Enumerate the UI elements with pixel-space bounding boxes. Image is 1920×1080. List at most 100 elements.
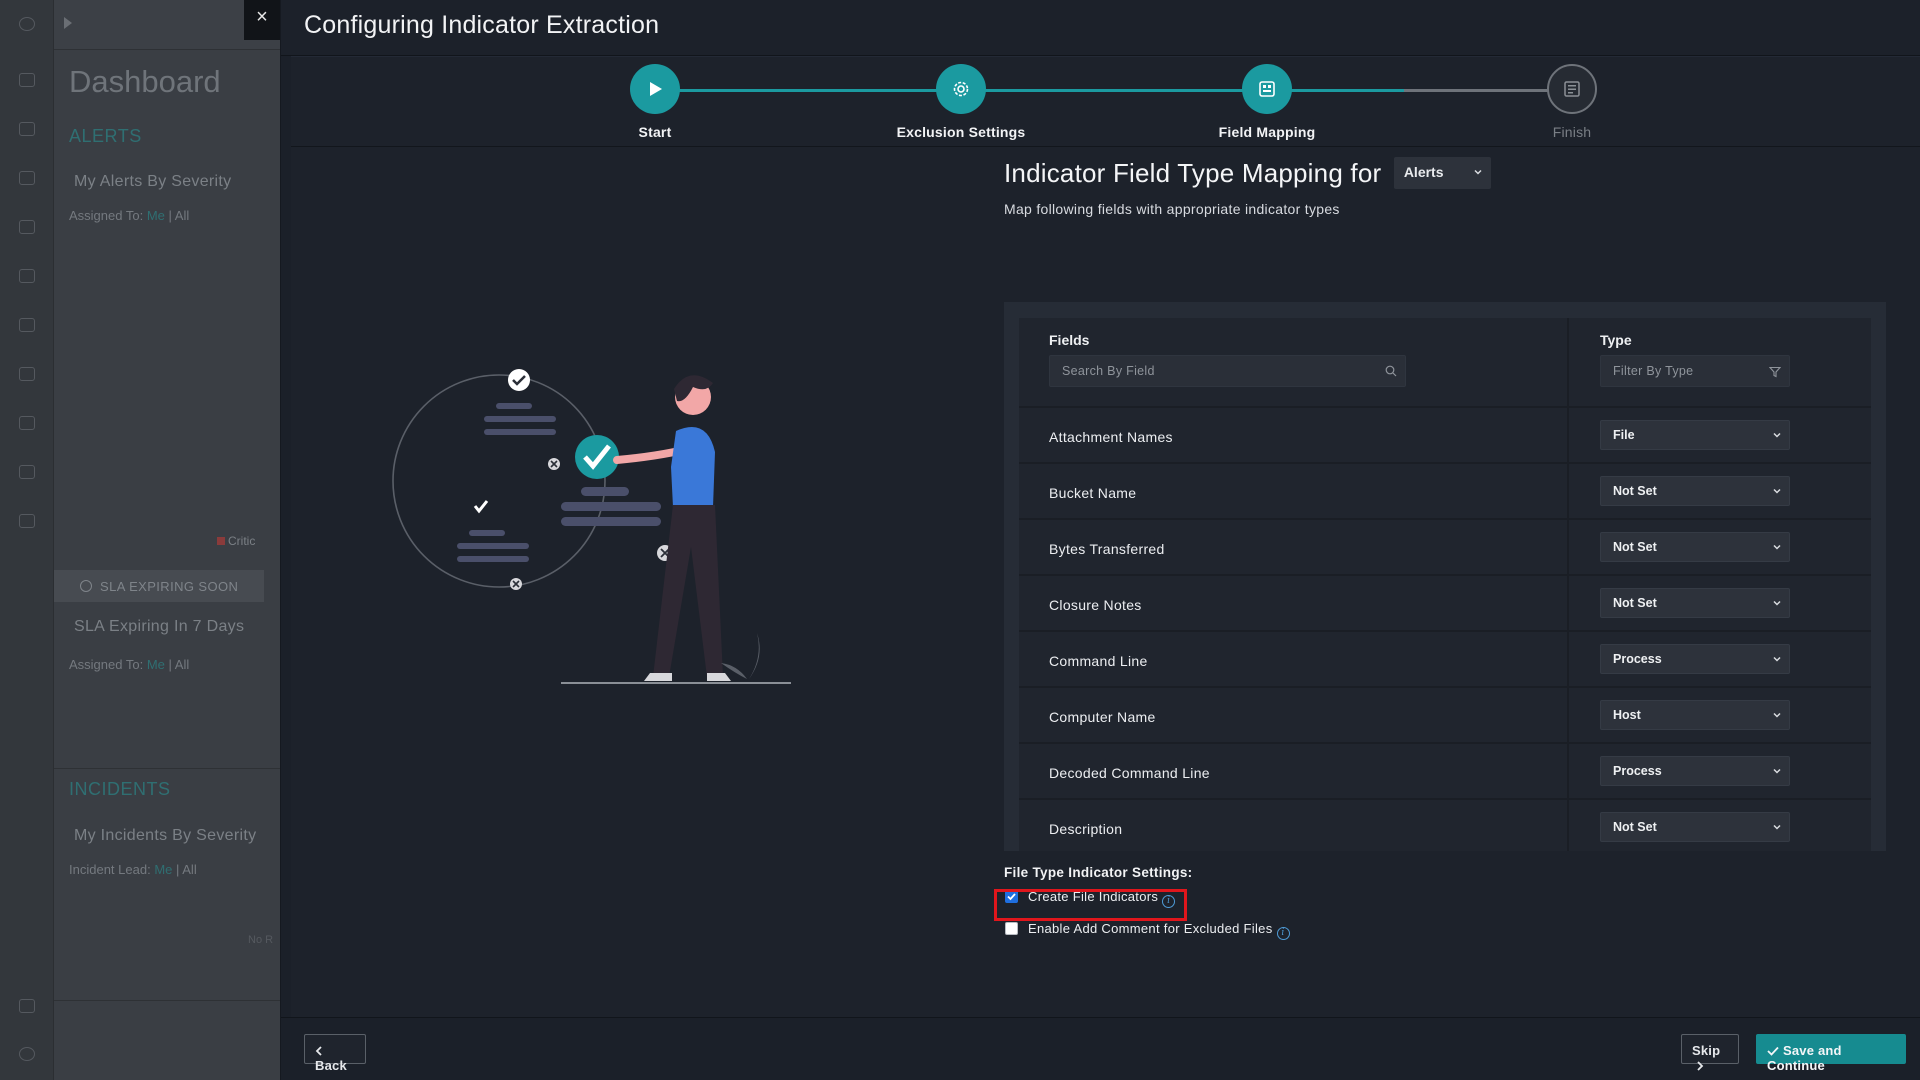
table-row: Attachment Names File	[1019, 408, 1871, 464]
save-and-continue-button[interactable]: Save and Continue	[1756, 1034, 1906, 1073]
filter-type-input[interactable]: Filter By Type	[1600, 355, 1790, 387]
background-dashboard: Dashboard ALERTS My Alerts By Severity A…	[0, 0, 280, 1080]
type-select[interactable]: Not Set	[1600, 812, 1790, 842]
skip-label: Skip	[1692, 1043, 1721, 1058]
step-finish[interactable]: Finish	[1502, 64, 1642, 140]
dashboard-nav-icon	[19, 73, 35, 87]
expand-arrow-icon	[64, 17, 72, 29]
dashboard-title: Dashboard	[69, 64, 221, 99]
assigned-label: Assigned To:	[69, 208, 144, 223]
field-name: Closure Notes	[1049, 597, 1142, 613]
chevron-down-icon	[1773, 488, 1781, 494]
check-icon	[1767, 1046, 1779, 1056]
type-select-value: Not Set	[1613, 820, 1657, 834]
divider	[54, 768, 280, 769]
chevron-down-icon	[1773, 824, 1781, 830]
type-select-value: File	[1613, 428, 1635, 442]
search-field-input[interactable]: Search By Field	[1049, 355, 1406, 387]
checklist-illustration	[392, 369, 791, 684]
type-select-value: Host	[1613, 708, 1641, 722]
type-select[interactable]: File	[1600, 420, 1790, 450]
chevron-down-icon	[1773, 768, 1781, 774]
field-name: Bytes Transferred	[1049, 541, 1165, 557]
lead-all-link: All	[182, 862, 197, 877]
table-row: Description Not Set	[1019, 800, 1871, 851]
nav-icon	[19, 171, 35, 185]
modal-title: Configuring Indicator Extraction	[304, 11, 660, 39]
mapping-title: Indicator Field Type Mapping for	[1004, 157, 1382, 188]
entity-select[interactable]: Alerts	[1393, 157, 1491, 189]
field-name: Decoded Command Line	[1049, 765, 1210, 781]
finish-icon	[1547, 64, 1597, 114]
nav-icon	[19, 220, 35, 234]
assigned-me-link: Me	[146, 208, 165, 223]
back-button[interactable]: Back	[304, 1034, 366, 1073]
type-select[interactable]: Not Set	[1600, 588, 1790, 618]
side-nav-rail	[0, 0, 54, 1080]
sla-bar-label: SLA EXPIRING SOON	[100, 579, 239, 594]
type-select[interactable]: Host	[1600, 700, 1790, 730]
field-name: Computer Name	[1049, 709, 1156, 725]
lead-me-link: Me	[154, 862, 173, 877]
type-select[interactable]: Process	[1600, 756, 1790, 786]
enable-add-comment-checkbox[interactable]	[1005, 922, 1018, 935]
field-name: Bucket Name	[1049, 485, 1137, 501]
field-name: Command Line	[1049, 653, 1148, 669]
alerts-card-title: My Alerts By Severity	[74, 173, 232, 190]
back-label: Back	[315, 1058, 347, 1073]
settings-icon	[19, 1047, 35, 1061]
nav-icon	[19, 269, 35, 283]
field-type-mapping-panel: Indicator Field Type Mapping for Alerts …	[994, 157, 1894, 940]
assigned-all-link: All	[174, 208, 190, 223]
table-row: Command Line Process	[1019, 632, 1871, 688]
step-exclusion-settings[interactable]: Exclusion Settings	[891, 64, 1031, 140]
type-select[interactable]: Not Set	[1600, 532, 1790, 562]
file-settings-title: File Type Indicator Settings:	[1004, 865, 1193, 880]
type-select[interactable]: Not Set	[1600, 476, 1790, 506]
step-field-mapping[interactable]: Field Mapping	[1197, 64, 1337, 140]
assigned-separator: |	[164, 208, 175, 223]
legend-critical: Critic	[216, 534, 256, 548]
chevron-down-icon	[1773, 712, 1781, 718]
table-row: Computer Name Host	[1019, 688, 1871, 744]
table-row: Closure Notes Not Set	[1019, 576, 1871, 632]
modal-footer: Back Skip Save and Continue	[281, 1017, 1920, 1080]
nav-icon	[19, 416, 35, 430]
nav-icon	[19, 318, 35, 332]
close-modal-button[interactable]: ×	[244, 0, 280, 40]
chevron-right-icon	[1697, 1061, 1704, 1071]
alerts-assigned: Assigned To: Me | All	[69, 208, 189, 223]
assigned-me-link: Me	[146, 657, 165, 672]
filter-icon	[1769, 366, 1781, 378]
wizard-stepper: Start Exclusion Settings Field Mapping F…	[291, 57, 1920, 147]
mapping-subtitle: Map following fields with appropriate in…	[1004, 201, 1340, 217]
sla-assigned: Assigned To: Me | All	[69, 657, 189, 672]
field-name: Attachment Names	[1049, 429, 1173, 445]
no-records-text: No R	[248, 934, 274, 946]
info-icon[interactable]: i	[1276, 927, 1290, 940]
mapping-table-scroll[interactable]: Fields Search By Field Type Filter By Ty…	[1004, 302, 1886, 851]
sla-card-title: SLA Expiring In 7 Days	[74, 618, 245, 635]
type-select[interactable]: Process	[1600, 644, 1790, 674]
type-select-value: Not Set	[1613, 540, 1657, 554]
skip-button[interactable]: Skip	[1681, 1034, 1739, 1071]
assigned-separator: |	[164, 657, 175, 672]
table-row: Bucket Name Not Set	[1019, 464, 1871, 520]
indicator-extraction-modal: Configuring Indicator Extraction Start E…	[280, 0, 1920, 1080]
play-icon	[630, 64, 680, 114]
chevron-down-icon	[1773, 432, 1781, 438]
sla-expiring-bar: SLA EXPIRING SOON	[54, 570, 264, 602]
incidents-card-title: My Incidents By Severity	[74, 827, 257, 844]
table-row: Decoded Command Line Process	[1019, 744, 1871, 800]
step-label: Start	[638, 124, 672, 140]
mapping-table: Fields Search By Field Type Filter By Ty…	[1019, 318, 1871, 851]
nav-icon	[19, 122, 35, 136]
nav-icon	[19, 514, 35, 528]
type-select-value: Process	[1613, 764, 1662, 778]
chevron-down-icon	[1773, 544, 1781, 550]
step-label: Exclusion Settings	[896, 124, 1026, 140]
gear-icon	[936, 64, 986, 114]
step-start[interactable]: Start	[585, 64, 725, 140]
modal-header: Configuring Indicator Extraction	[281, 0, 1920, 56]
fields-column-header: Fields	[1049, 332, 1090, 348]
